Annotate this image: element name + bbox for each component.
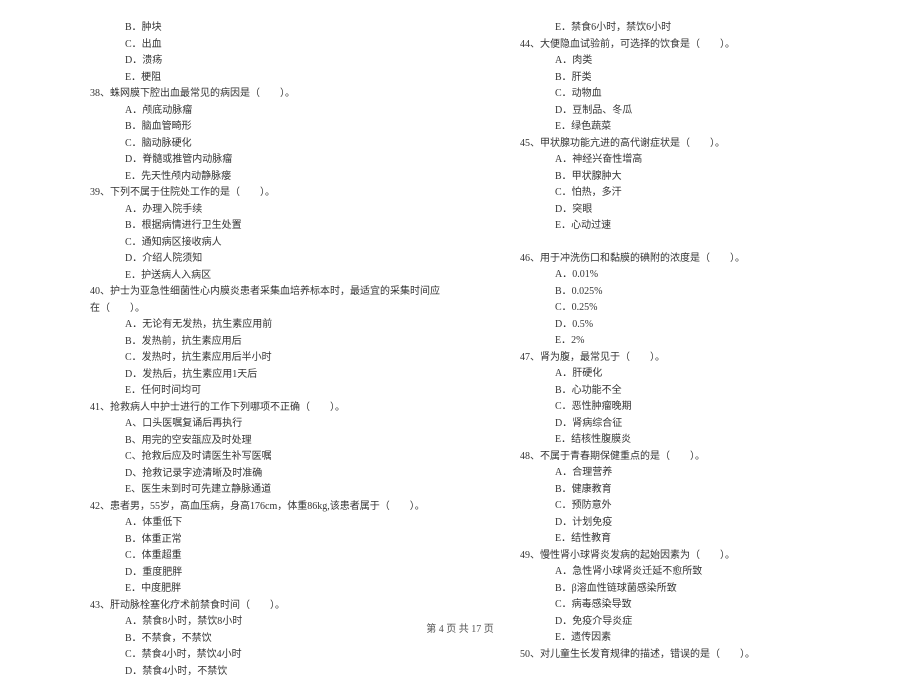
option-line: D．肾病综合征 [480, 416, 870, 433]
option-line: B．肿块 [50, 20, 440, 37]
question-line: 41、抢救病人中护士进行的工作下列哪项不正确（ ）。 [50, 400, 440, 417]
question-line: 50、对儿童生长发育规律的描述，错误的是（ ）。 [480, 647, 870, 664]
question-line: 47、肾为腹，最常见于（ ）。 [480, 350, 870, 367]
option-line: B．健康教育 [480, 482, 870, 499]
option-line: B．脑血管畸形 [50, 119, 440, 136]
option-line: C．通知病区接收病人 [50, 235, 440, 252]
option-line: E．任何时间均可 [50, 383, 440, 400]
page-container: B．肿块C．出血D．溃疡E．梗阻38、蛛网膜下腔出血最常见的病因是（ ）。A．颅… [0, 0, 920, 680]
question-line: 42、患者男，55岁，高血压病，身高176cm，体重86kg,该患者属于（ ）。 [50, 499, 440, 516]
option-line: A．颅底动脉瘤 [50, 103, 440, 120]
option-line: D．计划免疫 [480, 515, 870, 532]
option-line: E．禁食6小时，禁饮6小时 [480, 20, 870, 37]
option-line: C．恶性肿瘤晚期 [480, 399, 870, 416]
question-line: 43、肝动脉栓塞化疗术前禁食时间（ ）。 [50, 598, 440, 615]
option-line: D．发热后，抗生素应用1天后 [50, 367, 440, 384]
option-line: A．肝硬化 [480, 366, 870, 383]
option-line: A．急性肾小球肾炎迁延不愈所致 [480, 564, 870, 581]
option-line: A．无论有无发热，抗生素应用前 [50, 317, 440, 334]
option-line: E．中度肥胖 [50, 581, 440, 598]
question-line: 40、护士为亚急性细菌性心内膜炎患者采集血培养标本时，最适宜的采集时间应在（ ）… [50, 284, 440, 317]
option-line: C、抢救后应及时请医生补写医嘱 [50, 449, 440, 466]
option-line: C．禁食4小时，禁饮4小时 [50, 647, 440, 664]
question-line: 38、蛛网膜下腔出血最常见的病因是（ ）。 [50, 86, 440, 103]
option-line: B．0.025% [480, 284, 870, 301]
option-line: C．出血 [50, 37, 440, 54]
option-line: C．动物血 [480, 86, 870, 103]
option-line: A．0.01% [480, 267, 870, 284]
option-line: B．发热前，抗生素应用后 [50, 334, 440, 351]
option-line: E．绿色蔬菜 [480, 119, 870, 136]
option-line: E．结核性腹膜炎 [480, 432, 870, 449]
option-line: E．结性教育 [480, 531, 870, 548]
option-line: D．介绍人院须知 [50, 251, 440, 268]
question-line: 45、甲状腺功能亢进的高代谢症状是（ ）。 [480, 136, 870, 153]
option-line: B．体重正常 [50, 532, 440, 549]
option-line: C．预防意外 [480, 498, 870, 515]
option-line: D．脊髓或推管内动脉瘤 [50, 152, 440, 169]
option-line: C．脑动脉硬化 [50, 136, 440, 153]
question-line: 46、用于冲洗伤口和黏膜的碘附的浓度是（ ）。 [480, 251, 870, 268]
blank-spacer [480, 235, 870, 251]
option-line: D．0.5% [480, 317, 870, 334]
option-line: A．神经兴奋性增高 [480, 152, 870, 169]
option-line: C．0.25% [480, 300, 870, 317]
option-line: D、抢救记录字迹清晰及时准确 [50, 466, 440, 483]
option-line: B、用完的空安瓿应及时处理 [50, 433, 440, 450]
option-line: B．根据病情进行卫生处置 [50, 218, 440, 235]
page-footer: 第 4 页 共 17 页 [0, 620, 920, 635]
option-line: E．心动过速 [480, 218, 870, 235]
option-line: D．重度肥胖 [50, 565, 440, 582]
question-line: 48、不属于青春期保健重点的是（ ）。 [480, 449, 870, 466]
option-line: D．禁食4小时，不禁饮 [50, 664, 440, 680]
option-line: A．肉类 [480, 53, 870, 70]
option-line: B．肝类 [480, 70, 870, 87]
option-line: A．体重低下 [50, 515, 440, 532]
option-line: C．体重超重 [50, 548, 440, 565]
question-line: 49、慢性肾小球肾炎发病的起始因素为（ ）。 [480, 548, 870, 565]
right-column: E．禁食6小时，禁饮6小时44、大便隐血试验前，可选择的饮食是（ ）。A．肉类B… [480, 20, 870, 680]
option-line: B．β溶血性链球菌感染所致 [480, 581, 870, 598]
option-line: B．甲状腺肿大 [480, 169, 870, 186]
option-line: A．合理营养 [480, 465, 870, 482]
option-line: D．突眼 [480, 202, 870, 219]
option-line: C．病毒感染导致 [480, 597, 870, 614]
option-line: E．2% [480, 333, 870, 350]
option-line: B．心功能不全 [480, 383, 870, 400]
option-line: D．溃疡 [50, 53, 440, 70]
option-line: D．豆制品、冬瓜 [480, 103, 870, 120]
question-line: 39、下列不属于住院处工作的是（ ）。 [50, 185, 440, 202]
option-line: E．护送病人入病区 [50, 268, 440, 285]
left-column: B．肿块C．出血D．溃疡E．梗阻38、蛛网膜下腔出血最常见的病因是（ ）。A．颅… [50, 20, 440, 680]
option-line: A、口头医嘱复诵后再执行 [50, 416, 440, 433]
option-line: E．梗阻 [50, 70, 440, 87]
question-line: 44、大便隐血试验前，可选择的饮食是（ ）。 [480, 37, 870, 54]
option-line: C．怕热，多汗 [480, 185, 870, 202]
option-line: E、医生未到时可先建立静脉通道 [50, 482, 440, 499]
option-line: A．办理入院手续 [50, 202, 440, 219]
option-line: E．先天性颅内动静脉瘘 [50, 169, 440, 186]
option-line: C．发热时，抗生素应用后半小时 [50, 350, 440, 367]
